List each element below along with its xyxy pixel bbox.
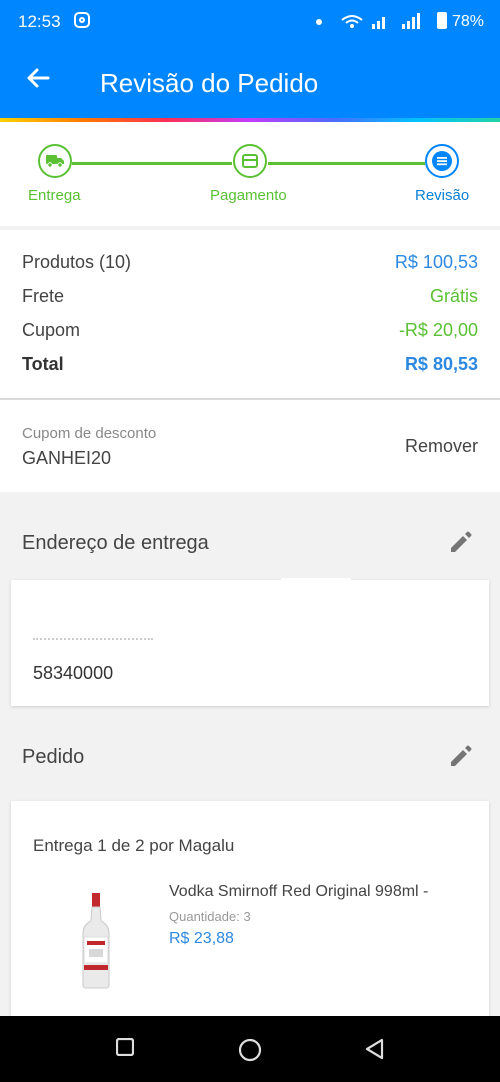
quantity-label: Quantidade: [169,909,240,924]
redacted-address-line [33,638,153,648]
products-label: Produtos (10) [22,252,132,272]
status-bar: 12:53 78% [0,0,500,44]
network-icons [340,12,430,33]
summary-row-shipping: Frete Grátis [22,286,478,310]
address-section-title: Endereço de entrega [22,532,209,554]
shipment-title: Entrega 1 de 2 por Magalu [33,836,235,855]
edit-address-pencil-icon[interactable] [448,529,474,555]
notification-dot-icon [316,19,322,25]
address-card[interactable]: 58340000 [11,578,489,706]
order-section-title: Pedido [22,746,85,768]
order-card: Entrega 1 de 2 por Magalu Vodka Smirnoff… [11,801,489,1021]
summary-row-total: Total R$ 80,53 [22,354,478,378]
step-pagamento-icon[interactable] [233,144,267,178]
remove-coupon-button[interactable]: Remover [405,436,478,457]
stepper-line [72,162,232,165]
home-circle-icon[interactable] [238,1038,262,1067]
step-entrega-icon[interactable] [38,144,72,178]
checkout-stepper: Entrega Pagamento Revisão [0,122,500,226]
summary-row-coupon: Cupom -R$ 20,00 [22,320,478,344]
total-label: Total [22,354,64,374]
quantity-value: 3 [243,909,251,924]
summary-row-products: Produtos (10) R$ 100,53 [22,252,478,276]
coupon-code: GANHEI20 [22,448,112,468]
total-value: R$ 80,53 [404,354,478,374]
step-label-pagamento: Pagamento [210,187,287,204]
app-bar: Revisão do Pedido [0,44,500,118]
coupon-section-label: Cupom de desconto [22,425,157,442]
product-name[interactable]: Vodka Smirnoff Red Original 998ml - [169,883,428,901]
step-revisao-icon[interactable] [425,144,459,178]
battery-percent: 78% [452,13,485,30]
shipping-label: Frete [22,286,65,306]
instagram-icon [74,12,90,28]
signal-wifi-icon [341,13,420,29]
stepper-line [268,162,425,165]
order-summary: Produtos (10) R$ 100,53 Frete Grátis Cup… [0,230,500,398]
product-quantity: Quantidade: 3 [169,909,251,924]
step-label-entrega: Entrega [28,187,81,204]
back-triangle-icon[interactable] [364,1038,384,1065]
redacted-area [281,578,351,584]
page-title: Revisão do Pedido [100,68,319,98]
vodka-bottle-image[interactable] [81,893,111,989]
coupon-section: Cupom de desconto GANHEI20 Remover [0,400,500,492]
battery-icon [437,12,447,29]
products-value: R$ 100,53 [394,252,478,272]
status-time: 12:53 [18,12,61,31]
system-nav-bar [0,1016,500,1082]
coupon-value: -R$ 20,00 [398,320,478,340]
product-price: R$ 23,88 [169,930,234,947]
shipping-value: Grátis [429,286,478,306]
back-arrow-icon[interactable] [24,64,52,97]
edit-order-pencil-icon[interactable] [448,743,474,769]
step-label-revisao: Revisão [415,187,470,204]
coupon-label: Cupom [22,320,81,340]
recent-apps-square-icon[interactable] [115,1037,135,1061]
address-cep: 58340000 [33,663,114,683]
